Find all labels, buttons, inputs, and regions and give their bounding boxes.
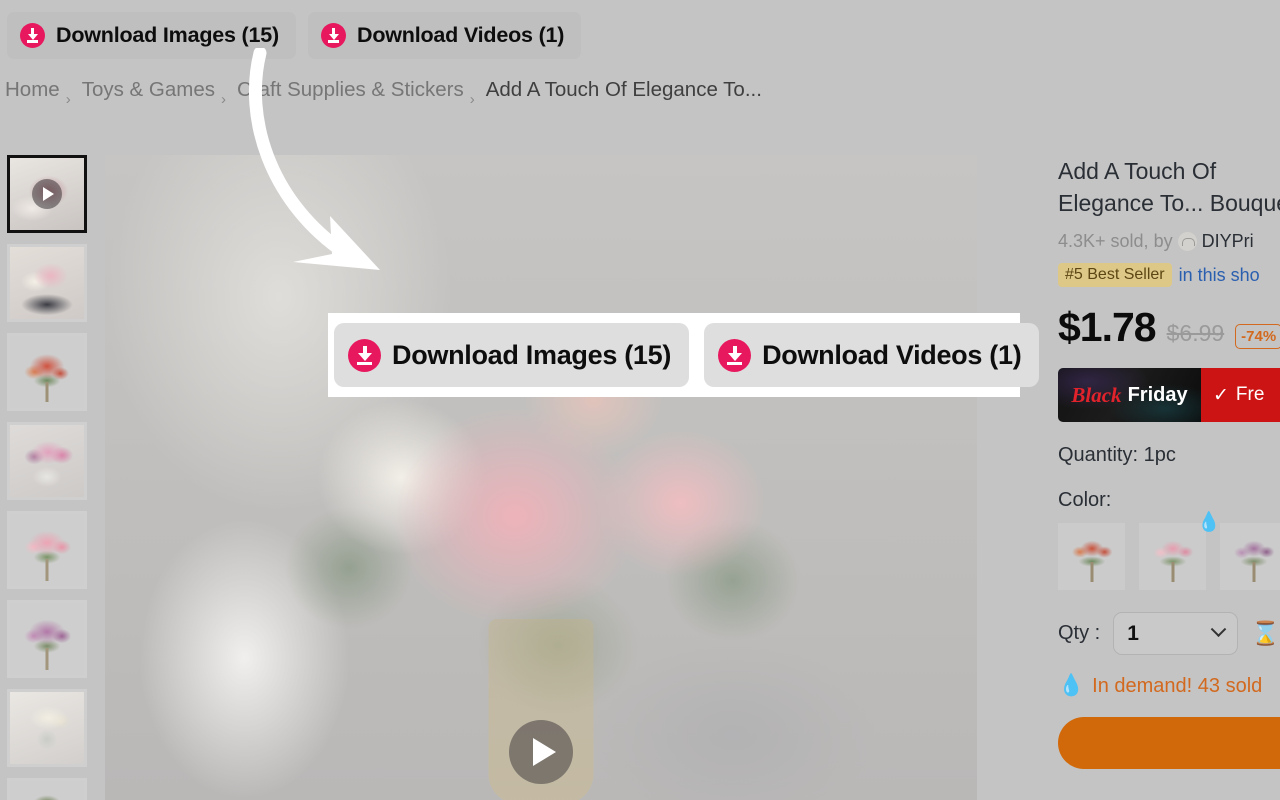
gallery-thumbnail[interactable] xyxy=(7,511,87,589)
download-circle-icon xyxy=(20,22,45,48)
download-callout-overlay: Download Images (15) Download Videos (1) xyxy=(328,313,1040,397)
seller-name-link[interactable]: DIYPri xyxy=(1202,231,1254,252)
qty-label: Qty : xyxy=(1058,622,1101,644)
discount-badge: -74% xyxy=(1235,324,1280,349)
product-info-panel: Add A Touch Of Elegance To... Bouquet 4.… xyxy=(1058,155,1280,774)
gallery-thumbnail-rail xyxy=(7,155,89,800)
download-circle-icon xyxy=(348,338,381,372)
seller-avatar-icon xyxy=(1177,232,1197,251)
seller-row: 4.3K+ sold, by DIYPri xyxy=(1058,231,1280,252)
gallery-thumbnail[interactable] xyxy=(7,600,87,678)
product-page-screenshot: Download Images (15) Download Videos (1)… xyxy=(0,0,1280,800)
main-product-image[interactable] xyxy=(105,155,977,800)
price-row: $1.78 $6.99 -74% xyxy=(1058,304,1280,351)
breadcrumb-item-home[interactable]: Home xyxy=(5,78,60,102)
promo-free-label: Fre xyxy=(1235,384,1265,405)
color-swatch-list: 💧 xyxy=(1058,512,1280,590)
play-icon[interactable] xyxy=(509,720,573,784)
breadcrumb-item-craft-supplies[interactable]: Craft Supplies & Stickers xyxy=(237,78,464,102)
status-badge: #5 Best Seller xyxy=(1058,263,1172,287)
original-price: $6.99 xyxy=(1166,320,1225,346)
play-icon xyxy=(32,179,62,209)
flame-icon: 💧 xyxy=(1058,674,1085,697)
breadcrumb: Home › Toys & Games › Craft Supplies & S… xyxy=(5,78,762,108)
download-circle-icon xyxy=(321,22,346,48)
breadcrumb-item-current: Add A Touch Of Elegance To... xyxy=(485,78,762,101)
download-videos-label: Download Videos (1) xyxy=(357,22,565,47)
sold-count-label: 4.3K+ sold, by xyxy=(1058,231,1173,251)
gallery-thumbnail[interactable] xyxy=(7,422,87,500)
gallery-thumbnail[interactable] xyxy=(7,778,87,800)
download-images-button[interactable]: Download Images (15) xyxy=(7,11,296,59)
callout-download-videos-button[interactable]: Download Videos (1) xyxy=(704,323,1040,387)
gallery-thumbnail[interactable] xyxy=(7,333,87,411)
color-option-label: Color: xyxy=(1058,489,1112,511)
bestseller-suffix-label[interactable]: in this sho xyxy=(1179,265,1260,286)
color-swatch-pink[interactable]: 💧 xyxy=(1139,512,1221,590)
download-images-label: Download Images (15) xyxy=(56,22,279,47)
demand-status: 💧 In demand! 43 sold xyxy=(1058,674,1280,698)
promo-friday-word: Friday xyxy=(1127,383,1188,406)
bestseller-row: #5 Best Seller in this sho xyxy=(1058,263,1280,287)
download-toolbar: Download Images (15) Download Videos (1) xyxy=(0,0,1280,70)
demand-label: In demand! 43 sold xyxy=(1092,674,1263,697)
download-circle-icon xyxy=(718,338,752,372)
breadcrumb-item-toys-games[interactable]: Toys & Games xyxy=(82,78,215,102)
download-videos-button[interactable]: Download Videos (1) xyxy=(308,11,582,59)
quantity-spec-label: Quantity: 1pc xyxy=(1058,444,1176,466)
check-icon: ✓ xyxy=(1213,384,1229,406)
color-swatch-purple[interactable] xyxy=(1220,523,1280,590)
hourglass-icon: ⌛ xyxy=(1251,620,1280,646)
promo-banner[interactable]: Black Friday ✓ Fre xyxy=(1058,368,1280,422)
color-swatch-red-orange[interactable] xyxy=(1058,523,1125,590)
chevron-down-icon xyxy=(1210,621,1227,638)
flame-icon: 💧 xyxy=(1197,512,1221,533)
black-friday-label: Black Friday xyxy=(1058,368,1201,422)
gallery-thumbnail[interactable] xyxy=(7,155,87,233)
promo-free-shipping: ✓ Fre xyxy=(1201,368,1280,422)
callout-download-images-button[interactable]: Download Images (15) xyxy=(334,323,690,387)
callout-download-videos-label: Download Videos (1) xyxy=(762,339,1022,370)
gallery-thumbnail[interactable] xyxy=(7,689,87,767)
page-title: Add A Touch Of Elegance To... Bouquet xyxy=(1058,158,1280,216)
gallery-thumbnail[interactable] xyxy=(7,244,87,322)
callout-download-images-label: Download Images (15) xyxy=(392,339,672,370)
promo-black-word: Black xyxy=(1071,382,1122,407)
current-price: $1.78 xyxy=(1058,304,1157,350)
buy-now-button[interactable] xyxy=(1058,717,1280,769)
quantity-stepper[interactable]: 1 xyxy=(1113,612,1239,655)
qty-row: Qty : 1 ⌛ xyxy=(1058,612,1280,655)
qty-value: 1 xyxy=(1127,621,1139,645)
